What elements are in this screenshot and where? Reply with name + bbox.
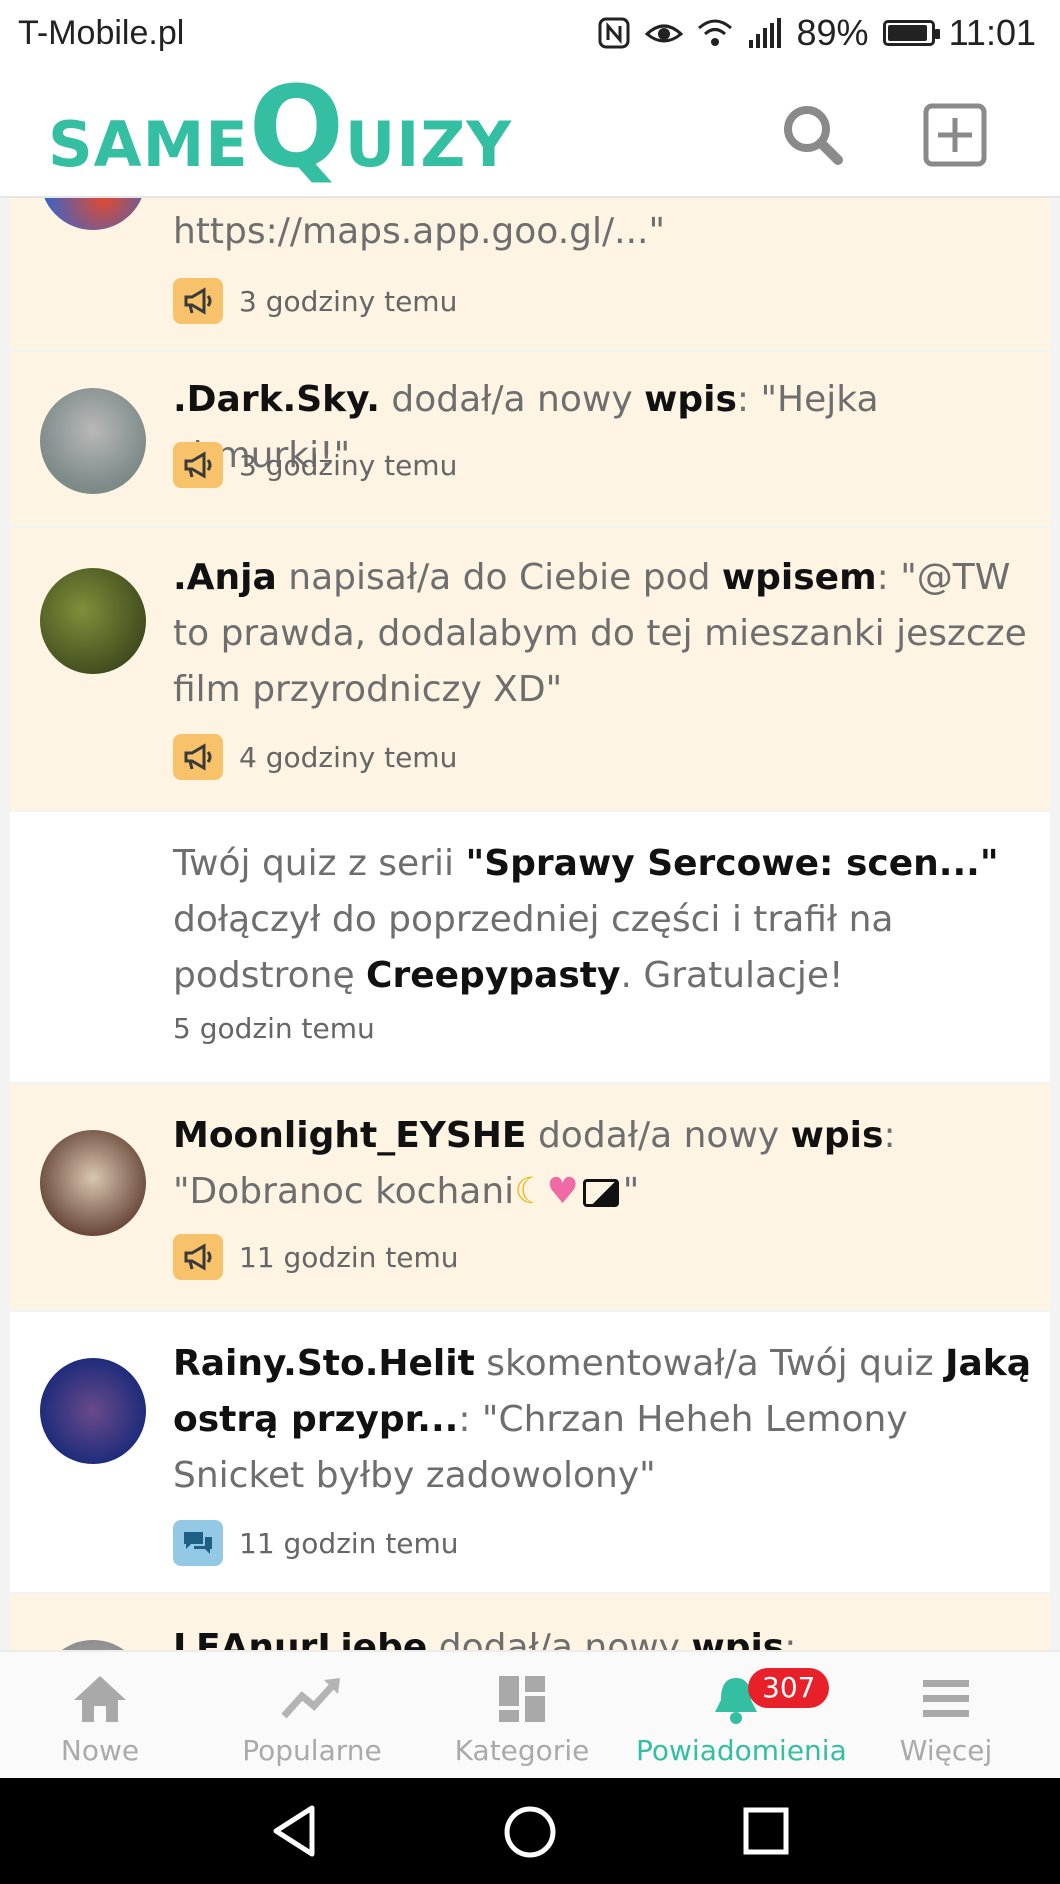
clock: 11:01	[948, 12, 1036, 53]
notification-item[interactable]: LEAnurLiebe dodał/a nowy wpis:	[10, 1594, 1050, 1650]
nav-wiecej[interactable]: Więcej	[846, 1652, 1046, 1780]
search-icon	[784, 106, 843, 165]
image-icon	[582, 1179, 619, 1207]
status-icons: 89% 11:01	[597, 12, 1036, 54]
carrier-name: T-Mobile.pl	[18, 14, 185, 52]
user-name[interactable]: Rainy.Sto.Helit	[173, 1343, 475, 1384]
status-bar: T-Mobile.pl 89% 11:01	[0, 0, 1060, 72]
nav-popularne[interactable]: Popularne	[212, 1652, 412, 1780]
comment-icon	[173, 1520, 223, 1566]
notification-count-badge: 307	[748, 1668, 830, 1708]
avatar	[40, 388, 146, 494]
trending-icon	[281, 1678, 340, 1719]
avatar	[40, 1358, 146, 1464]
recents-icon[interactable]	[740, 1804, 792, 1858]
megaphone-icon	[173, 1234, 223, 1280]
notifications-feed[interactable]: https://maps.app.goo.gl/..." 3 godziny t…	[10, 198, 1050, 1650]
notification-item[interactable]: .Anja napisał/a do Ciebie pod wpisem: "@…	[10, 528, 1050, 810]
user-name[interactable]: .Anja	[173, 557, 277, 598]
notification-time: 3 godziny temu	[239, 448, 458, 482]
megaphone-icon	[173, 278, 223, 324]
notification-time: 3 godziny temu	[239, 284, 458, 318]
notification-item[interactable]: .Dark.Sky. dodał/a nowy wpis: "Hejka chm…	[10, 352, 1050, 526]
nav-nowe[interactable]: Nowe	[0, 1652, 200, 1780]
user-name[interactable]: .Dark.Sky.	[173, 379, 380, 420]
notification-item[interactable]: https://maps.app.goo.gl/..." 3 godziny t…	[10, 198, 1050, 350]
avatar	[40, 1130, 146, 1236]
notification-time: 11 godzin temu	[239, 1526, 459, 1560]
menu-icon	[923, 1680, 969, 1717]
notification-time: 4 godziny temu	[239, 740, 458, 774]
plus-square-icon	[923, 103, 987, 167]
signal-icon	[748, 18, 781, 48]
avatar	[40, 198, 146, 230]
wifi-icon	[697, 19, 732, 46]
user-name[interactable]: LEAnurLiebe	[173, 1627, 427, 1650]
bottom-navigation: Nowe Popularne Kategorie 307 Powiadomien…	[0, 1650, 1060, 1778]
notification-time: 5 godzin temu	[173, 1012, 375, 1045]
crescent-moon-icon: ☾	[514, 1171, 547, 1212]
nav-kategorie[interactable]: Kategorie	[422, 1652, 622, 1780]
system-navigation-bar	[0, 1778, 1060, 1884]
battery-icon	[882, 20, 940, 46]
sparkling-heart-icon: ♥	[546, 1171, 579, 1212]
megaphone-icon	[173, 442, 223, 488]
grid-icon	[499, 1676, 545, 1722]
home-icon	[74, 1676, 126, 1722]
nfc-icon	[598, 17, 630, 49]
notification-time: 11 godzin temu	[239, 1240, 459, 1274]
app-header: SAMEQUIZY	[0, 72, 1060, 198]
megaphone-icon	[173, 734, 223, 780]
category-link[interactable]: Creepypasty	[366, 955, 620, 996]
notification-item[interactable]: Rainy.Sto.Helit skomentował/a Twój quiz …	[10, 1312, 1050, 1592]
search-button[interactable]	[778, 100, 848, 170]
add-content-button[interactable]	[920, 100, 990, 170]
notification-item[interactable]: Moonlight_EYSHE dodał/a nowy wpis: "Dobr…	[10, 1084, 1050, 1310]
user-name[interactable]: Moonlight_EYSHE	[173, 1115, 527, 1156]
home-circle-icon[interactable]	[502, 1804, 558, 1860]
back-icon[interactable]	[268, 1804, 320, 1858]
quiz-series-link[interactable]: "Sprawy Sercowe: scen..."	[465, 843, 998, 884]
avatar	[40, 1640, 146, 1650]
nav-powiadomienia[interactable]: 307 Powiadomienia	[636, 1652, 847, 1780]
samequizy-logo[interactable]: SAMEQUIZY	[48, 72, 512, 184]
notification-item[interactable]: Twój quiz z serii "Sprawy Sercowe: scen.…	[10, 812, 1050, 1082]
avatar	[40, 568, 146, 674]
eye-icon	[644, 24, 683, 43]
battery-percent: 89%	[796, 12, 869, 53]
